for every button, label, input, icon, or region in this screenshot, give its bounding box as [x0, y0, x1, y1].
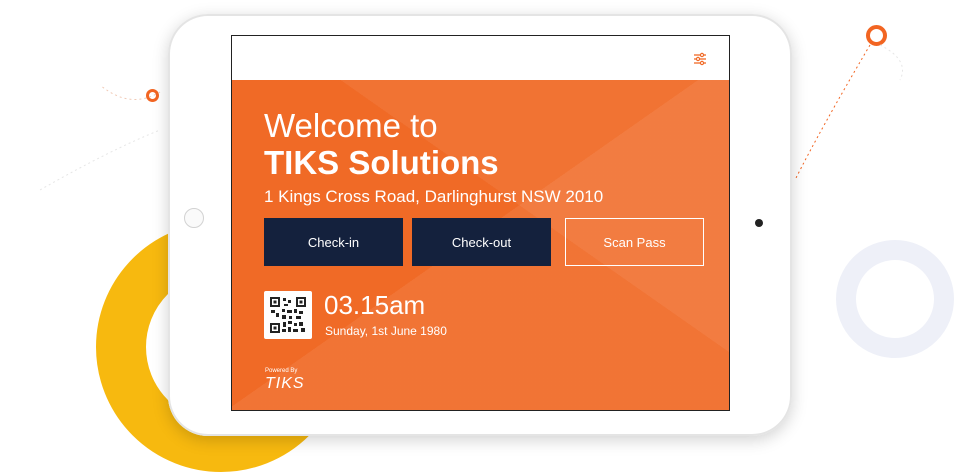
current-date: Sunday, 1st June 1980	[325, 324, 447, 338]
top-bar	[232, 36, 729, 80]
welcome-text: Welcome to	[264, 107, 438, 144]
powered-by-label: Powered By	[265, 368, 298, 374]
scan-pass-button[interactable]: Scan Pass	[565, 218, 704, 266]
camera	[755, 219, 763, 227]
company-address: 1 Kings Cross Road, Darlinghurst NSW 201…	[264, 187, 604, 206]
current-time: 03.15am	[324, 290, 426, 320]
sliders-icon[interactable]	[693, 52, 707, 66]
qr-code-icon	[264, 291, 312, 339]
check-out-button[interactable]: Check-out	[412, 218, 551, 266]
company-name: TIKS Solutions	[264, 144, 499, 181]
tiks-logo: TIKS	[265, 375, 305, 392]
home-button	[184, 208, 204, 228]
welcome-panel: Welcome to TIKS Solutions 1 Kings Cross …	[232, 80, 729, 410]
kiosk-screen: Welcome to TIKS Solutions 1 Kings Cross …	[231, 35, 730, 411]
check-in-button[interactable]: Check-in	[264, 218, 403, 266]
